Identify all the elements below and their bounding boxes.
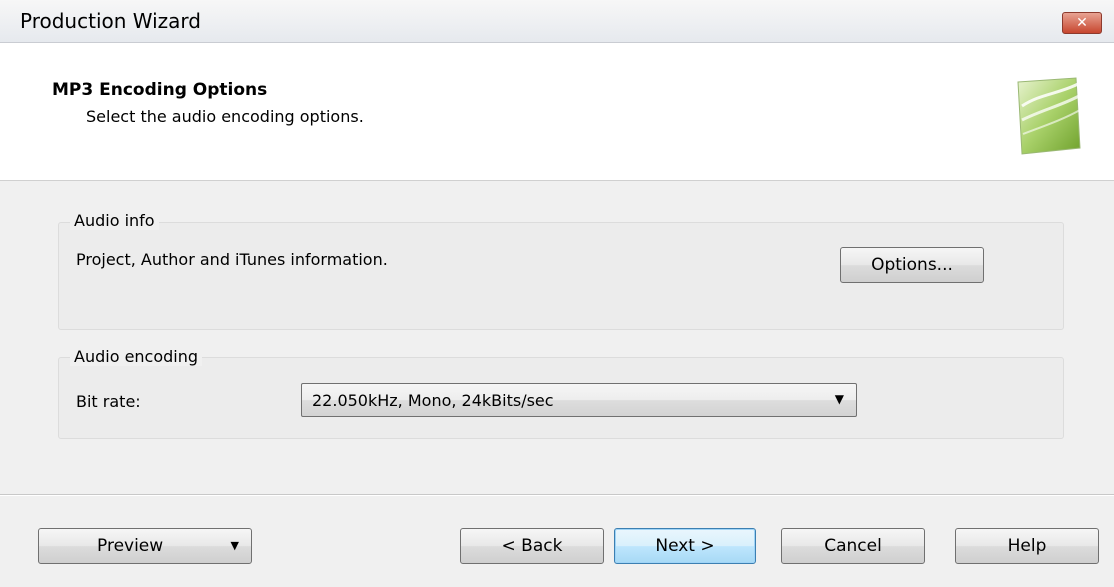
close-icon: ✕ (1076, 15, 1088, 31)
next-button[interactable]: Next > (614, 528, 756, 564)
page-subtitle: Select the audio encoding options. (86, 107, 364, 126)
wizard-logo-icon (1017, 77, 1081, 155)
preview-button[interactable]: Preview ▼ (38, 528, 252, 564)
chevron-down-icon: ▼ (230, 539, 239, 552)
wizard-header: MP3 Encoding Options Select the audio en… (0, 43, 1114, 181)
back-button[interactable]: < Back (460, 528, 604, 564)
page-title: MP3 Encoding Options (52, 80, 268, 100)
title-bar: Production Wizard ✕ (0, 0, 1114, 43)
bit-rate-label: Bit rate: (76, 392, 141, 411)
audio-info-label: Audio info (70, 211, 159, 230)
preview-button-label: Preview (97, 536, 164, 556)
production-wizard-window: Production Wizard ✕ MP3 Encoding Options… (0, 0, 1114, 587)
bit-rate-select[interactable]: 22.050kHz, Mono, 24kBits/sec ▼ (301, 383, 857, 417)
chevron-down-icon: ▼ (834, 392, 844, 406)
options-button[interactable]: Options... (840, 247, 984, 283)
close-button[interactable]: ✕ (1062, 12, 1102, 34)
audio-encoding-label: Audio encoding (70, 347, 203, 366)
bit-rate-value: 22.050kHz, Mono, 24kBits/sec (312, 391, 554, 410)
footer-divider (0, 494, 1114, 495)
audio-info-description: Project, Author and iTunes information. (76, 250, 388, 269)
window-title: Production Wizard (20, 9, 201, 33)
help-button[interactable]: Help (955, 528, 1099, 564)
cancel-button[interactable]: Cancel (781, 528, 925, 564)
